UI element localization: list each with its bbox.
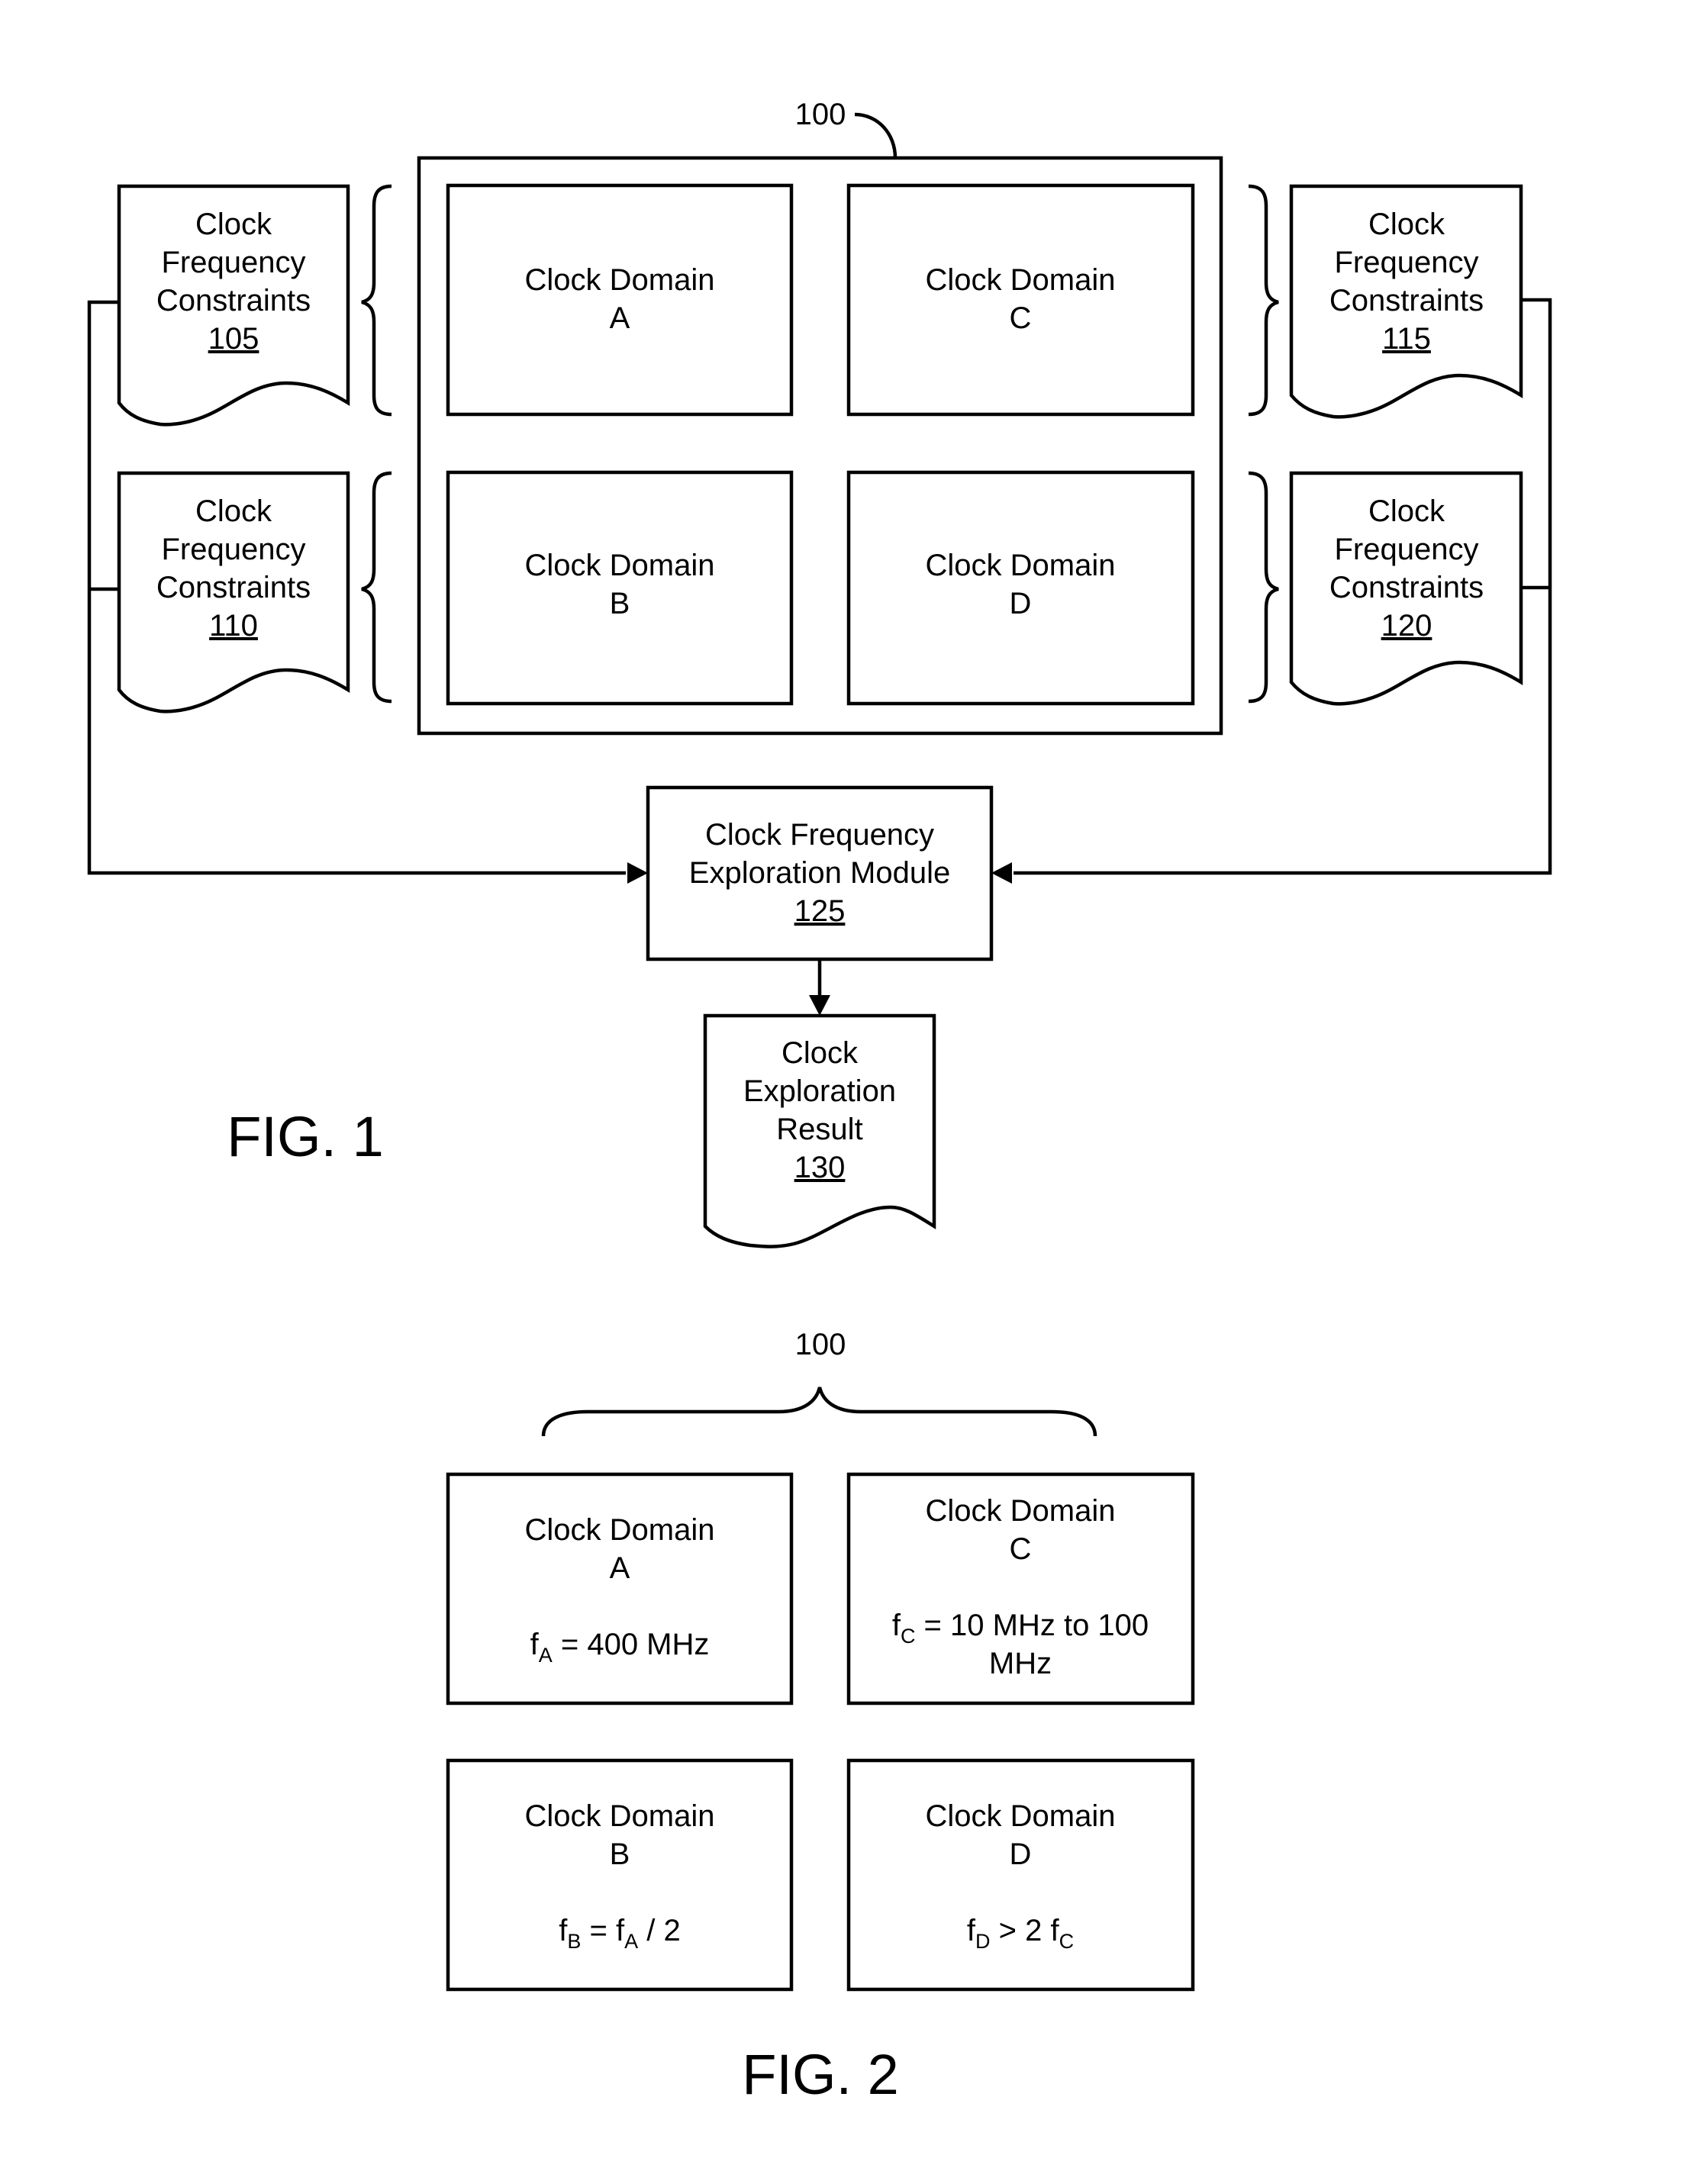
figure-2: 100 Clock Domain A fA = 400 MHz Clock Do… — [446, 1328, 1195, 2106]
exploration-module-125: Clock Frequency Exploration Module 125 — [646, 785, 994, 961]
doc-line: Frequency — [162, 533, 306, 566]
brace-right-top — [1248, 184, 1279, 417]
clock-domain-letter: C — [1010, 1532, 1032, 1566]
doc-line: Frequency — [1335, 533, 1479, 566]
fig2-clock-domain-b: Clock Domain B fB = fA / 2 — [446, 1758, 794, 1992]
doc-ref-number: 120 — [1381, 609, 1432, 643]
doc-line: Clock — [195, 494, 272, 528]
fig2-clock-domain-a: Clock Domain A fA = 400 MHz — [446, 1472, 794, 1706]
exploration-result-doc-130: Clock Exploration Result 130 — [703, 1013, 936, 1248]
doc-line: Clock — [195, 208, 272, 241]
clock-domain-letter: C — [1010, 301, 1032, 335]
result-line: Exploration — [743, 1074, 896, 1108]
system-leader-line — [854, 112, 898, 159]
doc-line: Frequency — [1335, 246, 1479, 279]
arrowhead-down-icon — [809, 995, 830, 1016]
result-line: Result — [776, 1113, 862, 1146]
doc-ref-number: 105 — [208, 322, 259, 356]
arrowhead-right-icon — [627, 862, 648, 884]
doc-ref-number: 110 — [209, 609, 258, 643]
clock-domain-letter: A — [610, 1551, 630, 1585]
clock-domain-label: Clock Domain — [926, 549, 1116, 582]
clock-domain-label: Clock Domain — [525, 549, 715, 582]
fig2-clock-domain-c: Clock Domain C fC = 10 MHz to 100 MHz — [846, 1472, 1195, 1706]
clock-domain-c: Clock Domain C — [846, 183, 1195, 417]
system-ref-label: 100 — [795, 98, 846, 131]
clock-domain-a: Clock Domain A — [446, 183, 794, 417]
figure-1-caption: FIG. 1 — [227, 1105, 384, 1168]
constraints-doc-110: Clock Frequency Constraints 110 — [117, 471, 350, 713]
brace-left-top — [361, 184, 392, 417]
module-line: Exploration Module — [689, 856, 950, 890]
figure-1: 100 Clock Domain A Clock Domain B Clock … — [87, 98, 1552, 1248]
frequency-constraint: fC = 10 MHz to 100 — [892, 1609, 1149, 1648]
doc-line: Clock — [1368, 208, 1445, 241]
patent-figure-sheet: 100 Clock Domain A Clock Domain B Clock … — [87, 98, 1552, 2106]
clock-domain-letter: B — [610, 1838, 630, 1871]
result-line: Clock — [781, 1036, 859, 1070]
doc-line: Clock — [1368, 494, 1445, 528]
clock-domain-d: Clock Domain D — [846, 470, 1195, 706]
clock-domain-label: Clock Domain — [525, 1513, 715, 1547]
doc-line: Constraints — [156, 284, 311, 317]
module-ref-number: 125 — [794, 894, 846, 928]
system-ref-label: 100 — [795, 1328, 846, 1361]
frequency-constraint: fA = 400 MHz — [530, 1628, 710, 1667]
clock-domain-label: Clock Domain — [525, 1799, 715, 1833]
doc-line: Constraints — [156, 571, 311, 604]
brace-right-bottom — [1248, 471, 1279, 704]
doc-line: Constraints — [1329, 284, 1484, 317]
frequency-constraint-continued: MHz — [989, 1647, 1052, 1680]
arrowhead-left-icon — [991, 862, 1012, 884]
module-line: Clock Frequency — [705, 818, 934, 852]
constraints-doc-120: Clock Frequency Constraints 120 — [1289, 471, 1523, 706]
clock-domain-label: Clock Domain — [926, 1494, 1116, 1528]
constraints-doc-115: Clock Frequency Constraints 115 — [1289, 184, 1523, 419]
fig2-clock-domain-d: Clock Domain D fD > 2 fC — [846, 1758, 1195, 1992]
system-brace — [541, 1387, 1097, 1437]
clock-domain-letter: D — [1010, 1838, 1032, 1871]
doc-line: Constraints — [1329, 571, 1484, 604]
clock-domain-label: Clock Domain — [525, 263, 715, 297]
doc-line: Frequency — [162, 246, 306, 279]
clock-domain-b: Clock Domain B — [446, 470, 794, 706]
result-ref-number: 130 — [794, 1151, 846, 1184]
constraints-doc-105: Clock Frequency Constraints 105 — [117, 184, 350, 427]
doc-ref-number: 115 — [1382, 322, 1431, 356]
clock-domain-letter: D — [1010, 587, 1032, 620]
figure-2-caption: FIG. 2 — [742, 2043, 899, 2106]
clock-domain-label: Clock Domain — [926, 1799, 1116, 1833]
brace-left-bottom — [361, 471, 392, 704]
clock-domain-label: Clock Domain — [926, 263, 1116, 297]
clock-domain-letter: A — [610, 301, 630, 335]
clock-domain-letter: B — [610, 587, 630, 620]
